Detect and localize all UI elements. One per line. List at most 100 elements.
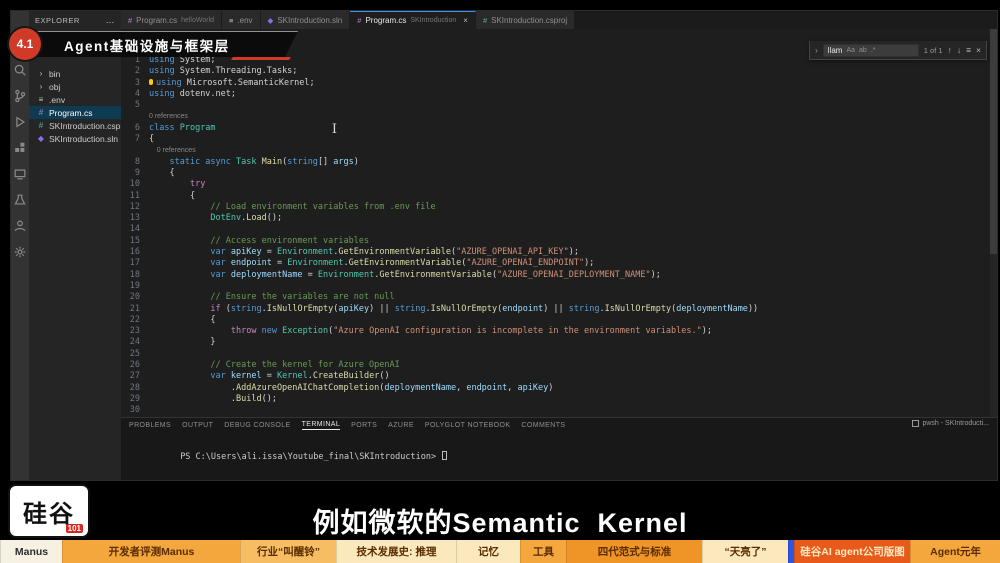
line-number: 9 [134, 167, 140, 178]
editor-scrollbar[interactable] [990, 29, 997, 417]
code-line: 6 class Program [121, 123, 997, 134]
find-match-count: 1 of 1 [923, 45, 943, 55]
video-frame: EXPLORER … › bin › obj ≡ .env # Program.cs # SKIn… [0, 0, 1000, 563]
line-number: 8 [134, 156, 140, 167]
csharp-icon: # [38, 108, 44, 117]
tab-detail: SKIntroduction [410, 17, 457, 24]
tree-item[interactable]: › obj [29, 80, 121, 93]
code-line: 30 [121, 405, 997, 416]
code-line: 24 } [121, 337, 997, 348]
chapter-segment: Manus [0, 540, 62, 563]
sln-icon: ◆ [267, 15, 274, 25]
code-line: 18 var deploymentName = Environment.GetE… [121, 270, 997, 281]
account-icon[interactable] [13, 219, 27, 233]
code-line: 10 try [121, 179, 997, 190]
panel-tab[interactable]: PORTS [351, 422, 377, 429]
regex-toggle[interactable]: .* [871, 47, 876, 54]
terminal[interactable]: PS C:\Users\ali.issa\Youtube_final\SKInt… [121, 441, 997, 472]
extensions-icon[interactable] [13, 141, 27, 155]
test-explorer-icon[interactable] [13, 193, 27, 207]
find-in-selection-button[interactable]: ≡ [966, 45, 971, 55]
chapter-segment: 工具 [520, 540, 566, 563]
activity-bar [11, 11, 29, 480]
editor-tab[interactable]: ≡ .env [222, 11, 261, 29]
code-line: 15 // Access environment variables [121, 236, 997, 247]
run-debug-icon[interactable] [13, 115, 27, 129]
chapter-title: Agent基础设施与框架层 [64, 38, 230, 54]
whole-word-toggle[interactable]: ab [859, 47, 867, 54]
match-case-toggle[interactable]: Aa [846, 47, 855, 54]
terminal-cursor [442, 451, 448, 460]
tree-item-label: SKIntroduction.csproj [49, 120, 121, 131]
gear-icon: ≡ [229, 15, 234, 25]
chapter-segment: 技术发展史: 推理 [336, 540, 456, 563]
scrollbar-thumb[interactable] [990, 29, 997, 255]
tree-item[interactable]: # Program.cs [29, 106, 121, 119]
tree-item[interactable]: ◆ SKIntroduction.sln [29, 132, 121, 145]
terminal-icon [912, 420, 920, 427]
source-control-icon[interactable] [13, 89, 27, 103]
folder-icon: › [39, 69, 43, 78]
panel-tab[interactable]: COMMENTS [521, 422, 565, 429]
code-line: 22 { [121, 315, 997, 326]
code-line: 28 .AddAzureOpenAIChatCompletion(deploym… [121, 383, 997, 394]
explorer-title: EXPLORER [35, 15, 80, 25]
proj-icon: # [38, 121, 44, 130]
ribbon-accent [231, 57, 291, 60]
panel-tab[interactable]: TERMINAL [301, 421, 341, 430]
line-number: 20 [129, 292, 140, 303]
remote-explorer-icon[interactable] [13, 167, 27, 181]
tree-item[interactable]: › bin [29, 67, 121, 80]
code-line: 26 // Create the kernel for Azure OpenAI [121, 360, 997, 371]
code-line: 27 var kernel = Kernel.CreateBuilder() [121, 371, 997, 382]
code-line: 4 using dotenv.net; [121, 89, 997, 100]
close-icon[interactable]: × [463, 16, 468, 25]
codelens-row: 0 references [121, 111, 997, 122]
find-replace-chevron[interactable]: › [815, 46, 818, 55]
subtitle-caption: 例如微软的Semantic Kernel [312, 508, 688, 538]
line-number: 29 [129, 393, 140, 404]
chapter-segment-label: 技术发展史: 推理 [356, 546, 437, 558]
find-input[interactable]: llam Aa ab .* [822, 43, 919, 57]
editor-tab[interactable]: # SKIntroduction.csproj [475, 11, 576, 29]
chapter-segment-label: 硅谷AI agent公司版图 [800, 546, 905, 558]
code-line: 23 throw new Exception("Azure OpenAI con… [121, 326, 997, 337]
panel-tab[interactable]: OUTPUT [182, 422, 213, 429]
line-number: 23 [129, 326, 140, 337]
line-number: 19 [129, 280, 140, 291]
editor-tab[interactable]: # Program.cs SKIntroduction × [350, 11, 476, 29]
find-previous-button[interactable]: ↑ [948, 45, 952, 55]
chapter-segment: 硅谷AI agent公司版图 [794, 540, 910, 563]
find-next-button[interactable]: ↓ [957, 45, 961, 55]
panel-tab[interactable]: POLYGLOT NOTEBOOK [425, 422, 511, 429]
tree-item-label: bin [49, 68, 61, 79]
settings-gear-icon[interactable] [13, 245, 27, 259]
explorer-more-button[interactable]: … [106, 15, 116, 25]
editor-tab[interactable]: # Program.cs helloWorld [121, 11, 223, 29]
line-number: 21 [129, 303, 140, 314]
csharp-icon: # [128, 15, 133, 25]
line-number: 11 [129, 190, 140, 201]
tree-item[interactable]: ≡ .env [29, 93, 121, 106]
code-editor[interactable]: 1 using System; 2 using System.Threading.Ta… [121, 29, 997, 417]
chapter-progress-bar: Manus 开发者评测Manus 行业“叫醒铃” 技术发展史: 推理 记忆 工具 四代范式与… [0, 540, 1000, 563]
panel-tab[interactable]: DEBUG CONSOLE [224, 422, 290, 429]
find-close-button[interactable]: × [976, 45, 981, 55]
chapter-segment-label: Agent元年 [930, 546, 981, 558]
line-number: 24 [129, 337, 140, 348]
tree-item[interactable]: # SKIntroduction.csproj [29, 119, 121, 132]
code-lines: 1 using System; 2 using System.Threading.Ta… [121, 29, 997, 417]
panel-tab[interactable]: PROBLEMS [129, 422, 171, 429]
csharp-icon: # [357, 16, 362, 25]
tree-item-label: Program.cs [49, 107, 93, 118]
sln-icon: ◆ [37, 134, 45, 143]
panel-tab[interactable]: AZURE [388, 422, 414, 429]
chapter-segment-label: Manus [14, 545, 49, 558]
code-line: 17 var endpoint = Environment.GetEnviron… [121, 258, 997, 269]
vscode-window: EXPLORER … › bin › obj ≡ .env # Program.cs # SKIn… [10, 10, 998, 481]
folder-icon: › [39, 82, 43, 91]
shell-session-label[interactable]: pwsh - SKIntroducti... [912, 420, 989, 427]
search-icon[interactable] [13, 63, 27, 77]
editor-tab[interactable]: ◆ SKIntroduction.sln [260, 11, 351, 29]
chapter-segment-label: 行业“叫醒铃” [257, 546, 320, 558]
